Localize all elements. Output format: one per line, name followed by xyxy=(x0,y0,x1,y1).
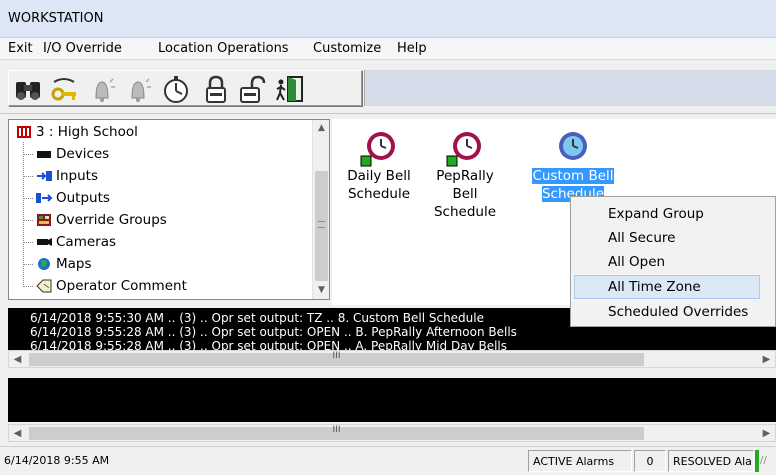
menu-customize[interactable]: Customize xyxy=(313,41,381,56)
window-title: WORKSTATION xyxy=(8,11,104,26)
camera-icon xyxy=(35,235,53,249)
tree-vertical-scrollbar[interactable]: ▲ ▼ xyxy=(312,120,329,299)
tree-item-override-groups[interactable]: Override Groups xyxy=(35,209,167,231)
scroll-up-arrow-icon[interactable]: ▲ xyxy=(313,120,330,137)
toolbar-buttons xyxy=(8,70,362,106)
menu-item-all-secure[interactable]: All Secure xyxy=(574,226,760,250)
status-bar: 6/14/2018 9:55 AM ACTIVE Alarms 0 RESOLV… xyxy=(0,446,776,475)
log-horizontal-scrollbar[interactable]: ◀ III ▶ xyxy=(8,350,776,368)
menu-item-all-time-zone[interactable]: All Time Zone xyxy=(574,275,760,299)
menu-help[interactable]: Help xyxy=(397,41,427,56)
menu-item-expand-group[interactable]: Expand Group xyxy=(574,202,760,226)
toolbar-empty-area xyxy=(364,70,776,106)
tree-item-label: Outputs xyxy=(56,190,110,206)
tree-branch xyxy=(23,176,33,177)
bell-schedule-daily[interactable]: Daily Bell Schedule xyxy=(338,119,420,219)
menu-item-scheduled-overrides[interactable]: Scheduled Overrides xyxy=(574,300,760,324)
menu-bar: Exit I/O Override Location Operations Cu… xyxy=(0,38,776,60)
scroll-right-arrow-icon[interactable]: ▶ xyxy=(758,351,775,368)
lock-open-icon xyxy=(240,75,266,103)
status-resolved-alarms-label: RESOLVED Ala xyxy=(668,450,754,472)
stopwatch-button[interactable] xyxy=(159,73,193,105)
tree-item-label: Devices xyxy=(56,146,110,162)
device-icon xyxy=(35,147,53,161)
alarm-bell-2-icon xyxy=(131,78,151,102)
tree-root-label: 3 : High School xyxy=(36,124,138,140)
status-indicator xyxy=(755,450,759,472)
tree-branch xyxy=(23,154,33,155)
tree-item-label: Inputs xyxy=(56,168,98,184)
alarm-bell-icon xyxy=(95,78,115,102)
bell-clock-icon xyxy=(446,132,481,167)
exit-button[interactable] xyxy=(273,73,307,105)
location-tree: 3 : High School Devices Inputs Outputs O… xyxy=(8,119,330,300)
tree-item-label: Maps xyxy=(56,256,92,272)
context-menu: Expand Group All Secure All Open All Tim… xyxy=(570,196,776,327)
override-group-icon xyxy=(35,213,53,227)
tree-root-high-school[interactable]: 3 : High School xyxy=(15,121,138,143)
binoculars-button[interactable] xyxy=(11,73,45,105)
tree-item-devices[interactable]: Devices xyxy=(35,143,109,165)
alarm-bell-2-button[interactable] xyxy=(121,73,155,105)
bell-label-line2: Schedule xyxy=(347,186,411,202)
exit-door-icon xyxy=(276,76,303,102)
status-active-alarms-label: ACTIVE Alarms xyxy=(528,450,632,472)
log-line: 6/14/2018 9:55:28 AM .. (3) .. Opr set o… xyxy=(30,325,517,339)
scroll-left-arrow-icon[interactable]: ◀ xyxy=(9,351,26,368)
binoculars-icon xyxy=(16,82,40,100)
key-button[interactable] xyxy=(47,73,81,105)
alarm-bell-button[interactable] xyxy=(85,73,119,105)
alarm-pane xyxy=(8,378,776,422)
scroll-thumb[interactable]: III xyxy=(29,351,644,366)
status-datetime: 6/14/2018 9:55 AM xyxy=(4,454,110,467)
bell-label-line2: Schedule xyxy=(433,204,497,220)
menu-item-all-open[interactable]: All Open xyxy=(574,250,760,274)
unlock-button[interactable] xyxy=(235,73,269,105)
tree-item-label: Override Groups xyxy=(56,212,167,228)
tree-branch xyxy=(23,198,33,199)
scroll-thumb[interactable] xyxy=(315,171,328,281)
output-arrow-icon xyxy=(35,191,53,205)
bell-label-line1: PepRally Bell xyxy=(436,168,494,202)
menu-exit[interactable]: Exit xyxy=(8,41,33,56)
tree-item-maps[interactable]: Maps xyxy=(35,253,92,275)
status-active-alarms-count: 0 xyxy=(634,450,666,472)
menu-location-operations[interactable]: Location Operations xyxy=(158,41,289,56)
stopwatch-icon xyxy=(164,76,188,103)
resize-grip-icon[interactable]: // xyxy=(760,450,774,472)
globe-icon xyxy=(35,257,53,271)
panel-icon xyxy=(15,125,33,139)
bell-clock-icon xyxy=(559,132,587,160)
menu-io-override[interactable]: I/O Override xyxy=(43,41,122,56)
lock-button[interactable] xyxy=(199,73,233,105)
log-line: 6/14/2018 9:55:28 AM .. (3) .. Opr set o… xyxy=(30,339,508,350)
tree-item-operator-comment[interactable]: Operator Comment xyxy=(35,275,187,297)
alarm-horizontal-scrollbar[interactable]: ◀ III ▶ xyxy=(8,424,776,442)
scroll-left-arrow-icon[interactable]: ◀ xyxy=(9,425,26,442)
tree-branch xyxy=(23,220,33,221)
bell-label-line1: Daily Bell xyxy=(347,168,411,184)
tree-branch xyxy=(23,286,33,287)
bell-label-line1: Custom Bell xyxy=(532,168,614,184)
input-arrow-icon xyxy=(35,169,53,183)
bell-schedule-peprally[interactable]: PepRally Bell Schedule xyxy=(424,119,506,220)
key-icon xyxy=(51,78,76,101)
tree-item-label: Cameras xyxy=(56,234,117,250)
tree-branch xyxy=(23,264,33,265)
tree-branch xyxy=(23,242,33,243)
bell-clock-icon xyxy=(360,132,395,167)
lock-closed-icon xyxy=(206,75,226,103)
toolbar xyxy=(0,61,776,114)
tree-item-outputs[interactable]: Outputs xyxy=(35,187,110,209)
title-bar: WORKSTATION xyxy=(0,0,776,38)
tree-item-label: Operator Comment xyxy=(56,278,187,294)
comment-tag-icon xyxy=(35,279,53,293)
tree-item-cameras[interactable]: Cameras xyxy=(35,231,116,253)
tree-item-inputs[interactable]: Inputs xyxy=(35,165,98,187)
scroll-thumb[interactable]: III xyxy=(29,425,644,440)
tree-guide-line xyxy=(23,142,24,287)
scroll-right-arrow-icon[interactable]: ▶ xyxy=(758,425,775,442)
scroll-down-arrow-icon[interactable]: ▼ xyxy=(313,282,330,299)
log-line: 6/14/2018 9:55:30 AM .. (3) .. Opr set o… xyxy=(30,311,484,325)
